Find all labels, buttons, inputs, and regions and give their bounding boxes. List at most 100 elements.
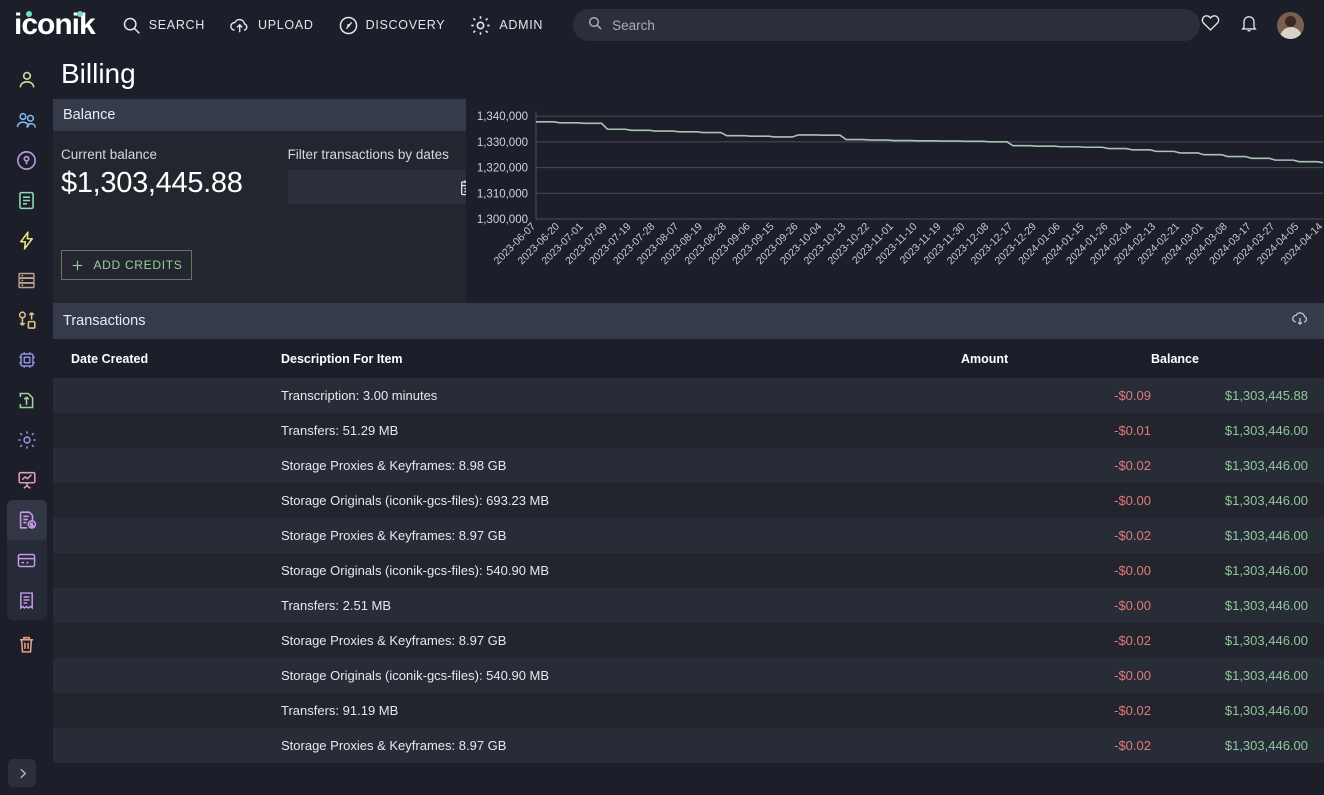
cell-balance: $1,303,446.00 [1151,448,1324,483]
avatar[interactable] [1277,12,1304,39]
page-title: Billing [53,50,1324,99]
y-axis-tick-label: 1,340,000 [477,111,528,123]
compass-icon [338,15,359,36]
cell-amount: -$0.00 [961,588,1151,623]
y-axis-tick-label: 1,330,000 [477,137,528,149]
export-icon [16,390,37,411]
table-header-row: Date Created Description For Item Amount… [53,339,1324,378]
column-header-balance[interactable]: Balance [1151,339,1324,378]
table-row[interactable]: Storage Originals (iconik-gcs-files): 54… [53,658,1324,693]
sidebar-expand-button[interactable] [8,759,36,787]
cell-description: Storage Proxies & Keyframes: 8.97 GB [281,623,961,658]
sidebar-item-storages[interactable] [7,260,47,300]
nav-item-upload[interactable]: UPLOAD [229,15,314,36]
bell-icon[interactable] [1239,13,1259,38]
balance-panel-body: Current balance $1,303,445.88 Filter tra… [53,131,466,303]
cell-date [53,413,281,448]
nav-item-admin[interactable]: ADMIN [469,14,543,37]
sidebar-billing-group [7,500,47,620]
date-filter-label: Filter transactions by dates [288,147,487,162]
credit-card-icon [16,550,37,571]
sidebar-item-payment-methods[interactable] [7,540,47,580]
upload-cloud-icon [229,15,251,36]
transfer-icon [16,309,38,331]
cell-amount: -$0.02 [961,448,1151,483]
cell-amount: -$0.00 [961,553,1151,588]
cloud-download-icon[interactable] [1290,309,1310,333]
date-filter-block: Filter transactions by dates [288,147,487,204]
sidebar-item-system[interactable] [7,340,47,380]
sidebar-item-transcode[interactable] [7,300,47,340]
sidebar-item-settings[interactable] [7,420,47,460]
table-row[interactable]: Storage Originals (iconik-gcs-files): 54… [53,553,1324,588]
transactions-panel: Transactions Date Created Description Fo… [53,303,1324,763]
cell-description: Storage Originals (iconik-gcs-files): 69… [281,483,961,518]
sidebar-item-export[interactable] [7,380,47,420]
add-credits-button[interactable]: ADD CREDITS [61,250,192,280]
global-search-box[interactable] [573,9,1200,41]
sidebar-item-trash[interactable] [7,624,47,664]
cell-amount: -$0.02 [961,693,1151,728]
server-icon [16,270,37,291]
invoice-dollar-icon [16,509,38,531]
table-row[interactable]: Storage Proxies & Keyframes: 8.97 GB-$0.… [53,518,1324,553]
current-balance-label: Current balance [61,147,243,162]
chart-plot-area: 1,300,0001,310,0001,320,0001,330,0001,34… [466,99,1324,303]
column-header-description[interactable]: Description For Item [281,339,961,378]
nav-label-discovery: DISCOVERY [366,18,446,32]
cell-description: Transfers: 91.19 MB [281,693,961,728]
table-row[interactable]: Storage Proxies & Keyframes: 8.97 GB-$0.… [53,728,1324,763]
nav-label-admin: ADMIN [499,18,543,32]
left-sidebar [0,50,53,795]
cell-description: Storage Originals (iconik-gcs-files): 54… [281,553,961,588]
balance-panel: Balance Current balance $1,303,445.88 Fi… [53,99,466,303]
logo-dot-left [26,11,32,17]
search-input[interactable] [612,18,1186,33]
sidebar-item-users[interactable] [7,100,47,140]
balance-panel-title: Balance [63,107,115,123]
nav-item-discovery[interactable]: DISCOVERY [338,15,446,36]
cell-balance: $1,303,446.00 [1151,518,1324,553]
transactions-panel-title: Transactions [63,313,145,329]
sidebar-item-analytics[interactable] [7,460,47,500]
table-row[interactable]: Transfers: 51.29 MB-$0.01$1,303,446.00 [53,413,1324,448]
date-filter-input[interactable] [288,170,487,204]
table-row[interactable]: Transcription: 3.00 minutes-$0.09$1,303,… [53,378,1324,413]
table-row[interactable]: Transfers: 2.51 MB-$0.00$1,303,446.00 [53,588,1324,623]
plus-icon [70,258,85,273]
column-header-amount[interactable]: Amount [961,339,1151,378]
sidebar-item-billing[interactable] [7,500,47,540]
table-row[interactable]: Storage Originals (iconik-gcs-files): 69… [53,483,1324,518]
sidebar-item-invoices[interactable] [7,580,47,620]
iconik-logo[interactable]: iconik [14,10,95,40]
lock-circle-icon [15,149,38,172]
sidebar-item-access[interactable] [7,140,47,180]
add-credits-label: ADD CREDITS [93,258,182,272]
sidebar-item-automation[interactable] [7,220,47,260]
cell-balance: $1,303,446.00 [1151,483,1324,518]
top-navigation-bar: iconik SEARCH UPLOAD DISCOVERY [0,0,1324,50]
cell-balance: $1,303,446.00 [1151,553,1324,588]
cell-description: Transfers: 2.51 MB [281,588,961,623]
users-icon [15,109,38,132]
cell-description: Transfers: 51.29 MB [281,413,961,448]
sidebar-item-metadata[interactable] [7,180,47,220]
avatar-head [1285,16,1296,27]
heart-icon[interactable] [1200,12,1221,38]
table-row[interactable]: Transfers: 91.19 MB-$0.02$1,303,446.00 [53,693,1324,728]
cell-date [53,553,281,588]
column-header-date[interactable]: Date Created [53,339,281,378]
sidebar-item-user[interactable] [7,60,47,100]
cell-date [53,623,281,658]
cell-amount: -$0.02 [961,518,1151,553]
y-axis-tick-label: 1,310,000 [477,188,528,200]
cell-balance: $1,303,446.00 [1151,658,1324,693]
table-row[interactable]: Storage Proxies & Keyframes: 8.97 GB-$0.… [53,623,1324,658]
table-row[interactable]: Storage Proxies & Keyframes: 8.98 GB-$0.… [53,448,1324,483]
nav-item-search[interactable]: SEARCH [121,15,205,36]
cell-description: Storage Proxies & Keyframes: 8.97 GB [281,518,961,553]
cell-balance: $1,303,445.88 [1151,378,1324,413]
chip-icon [16,349,38,371]
avatar-body [1280,27,1302,39]
cell-date [53,658,281,693]
